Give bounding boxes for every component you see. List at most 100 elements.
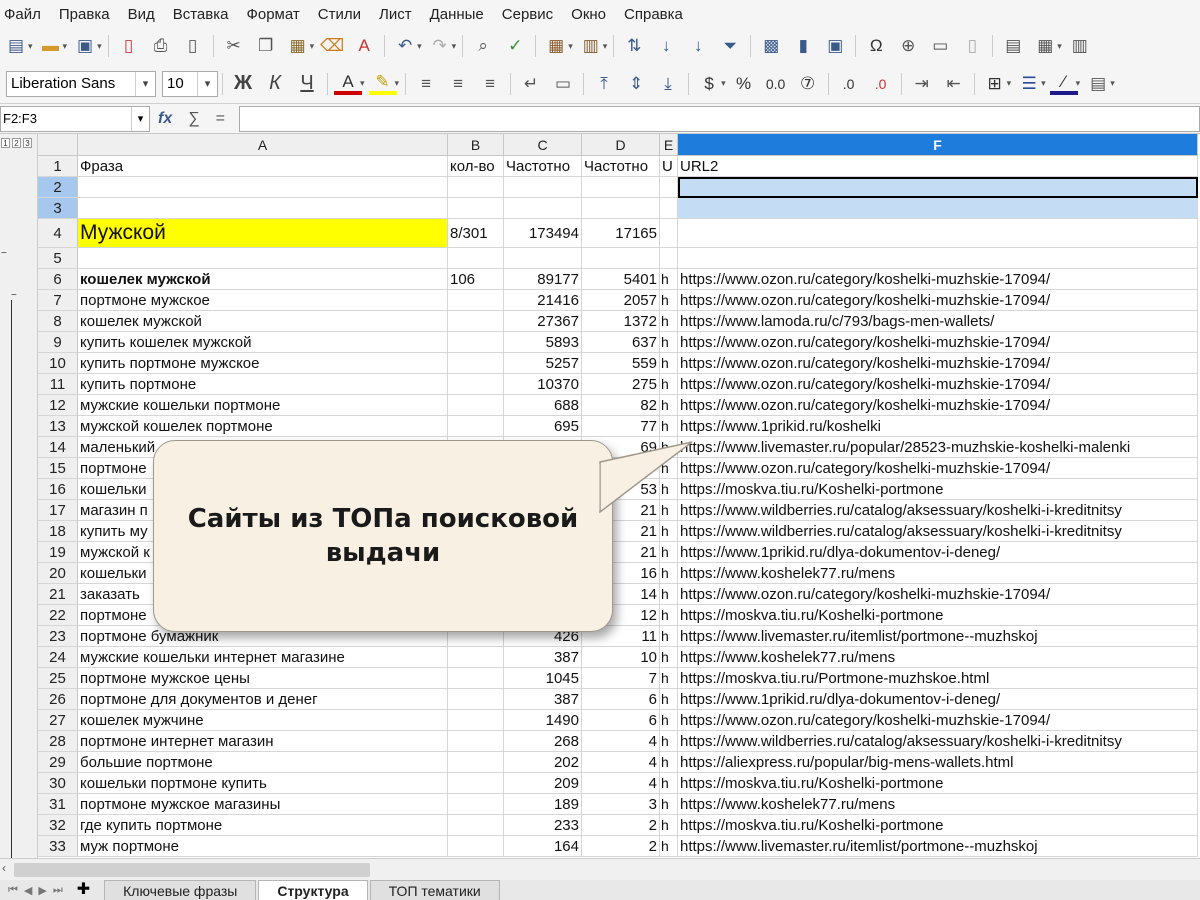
cell-c11[interactable]: 10370 [504, 374, 582, 395]
cell-f26[interactable]: https://www.1prikid.ru/dlya-dokumentov-i… [678, 689, 1198, 710]
cell-f7[interactable]: https://www.ozon.ru/category/koshelki-mu… [678, 290, 1198, 311]
cell-d1[interactable]: Частотно [582, 156, 660, 177]
align-top-icon[interactable]: ⤒ [590, 70, 618, 98]
cell-e23[interactable]: h [660, 626, 678, 647]
cell-c4[interactable]: 173494 [504, 219, 582, 248]
collapse-group-icon[interactable]: − [1, 248, 7, 259]
hyperlink-icon[interactable]: ⊕ [894, 32, 922, 60]
sort-ascending-icon[interactable]: ↓ [652, 32, 680, 60]
cell-e3[interactable] [660, 198, 678, 219]
cell-e21[interactable]: h [660, 584, 678, 605]
cell-d11[interactable]: 275 [582, 374, 660, 395]
cut-icon[interactable]: ✂ [220, 32, 248, 60]
menu-item[interactable]: Вид [128, 6, 155, 23]
cell-b9[interactable] [448, 332, 504, 353]
cell-f22[interactable]: https://moskva.tiu.ru/Koshelki-portmone [678, 605, 1198, 626]
row-header[interactable]: 21 [38, 584, 78, 605]
copy-icon[interactable]: ❐ [252, 32, 280, 60]
cell-a12[interactable]: мужские кошельки портмоне [78, 395, 448, 416]
new-document-icon[interactable]: ▤ [2, 32, 30, 60]
cell-e8[interactable]: h [660, 311, 678, 332]
cell-a32[interactable]: где купить портмоне [78, 815, 448, 836]
cell-e13[interactable]: h [660, 416, 678, 437]
cell-a9[interactable]: купить кошелек мужской [78, 332, 448, 353]
row-header[interactable]: 30 [38, 773, 78, 794]
cell-a31[interactable]: портмоне мужское магазины [78, 794, 448, 815]
cell-d10[interactable]: 559 [582, 353, 660, 374]
cell-f1[interactable]: URL2 [678, 156, 1198, 177]
cell-d3[interactable] [582, 198, 660, 219]
print-icon[interactable]: ⎙ [147, 32, 175, 60]
cell-a27[interactable]: кошелек мужчине [78, 710, 448, 731]
cell-e20[interactable]: h [660, 563, 678, 584]
cell-b8[interactable] [448, 311, 504, 332]
row-icon[interactable]: ▦ [542, 32, 570, 60]
cell-a24[interactable]: мужские кошельки интернет магазине [78, 647, 448, 668]
row-header[interactable]: 14 [38, 437, 78, 458]
cell-f32[interactable]: https://moskva.tiu.ru/Koshelki-portmone [678, 815, 1198, 836]
cell-e30[interactable]: h [660, 773, 678, 794]
font-size-select[interactable]: 10 ▾ [162, 70, 218, 97]
chevron-down-icon[interactable]: ▾ [131, 106, 149, 131]
define-print-area-icon[interactable]: ▤ [999, 32, 1027, 60]
cell-b24[interactable] [448, 647, 504, 668]
number-format-button[interactable]: 0.0 [762, 70, 790, 98]
cell-e25[interactable]: h [660, 668, 678, 689]
cell-b29[interactable] [448, 752, 504, 773]
cell-e27[interactable]: h [660, 710, 678, 731]
cell-c27[interactable]: 1490 [504, 710, 582, 731]
row-header[interactable]: 29 [38, 752, 78, 773]
cell-e5[interactable] [660, 248, 678, 269]
cell-f14[interactable]: https://www.livemaster.ru/popular/28523-… [678, 437, 1198, 458]
menu-item[interactable]: Правка [59, 6, 110, 23]
tab-top-topics[interactable]: ТОП тематики [369, 880, 500, 900]
cell-d32[interactable]: 2 [582, 815, 660, 836]
row-header[interactable]: 26 [38, 689, 78, 710]
cell-a4[interactable]: Мужской [78, 219, 448, 248]
row-header[interactable]: 2 [38, 177, 78, 198]
cell-f17[interactable]: https://www.wildberries.ru/catalog/akses… [678, 500, 1198, 521]
function-wizard-button[interactable]: fx [158, 110, 172, 128]
cell-a2[interactable] [78, 177, 448, 198]
row-header[interactable]: 12 [38, 395, 78, 416]
column-header-f[interactable]: F [678, 134, 1198, 156]
borders-icon[interactable]: ⊞ [981, 70, 1009, 98]
cell-a11[interactable]: купить портмоне [78, 374, 448, 395]
menu-item[interactable]: Вставка [173, 6, 229, 23]
scroll-left-icon[interactable]: ‹ [2, 861, 6, 875]
cell-c12[interactable]: 688 [504, 395, 582, 416]
cell-c31[interactable]: 189 [504, 794, 582, 815]
cell-c1[interactable]: Частотно [504, 156, 582, 177]
cell-d29[interactable]: 4 [582, 752, 660, 773]
chevron-down-icon[interactable]: ▾ [197, 71, 217, 96]
cell-b12[interactable] [448, 395, 504, 416]
cell-e1[interactable]: U [660, 156, 678, 177]
cell-b1[interactable]: кол-во [448, 156, 504, 177]
cell-f5[interactable] [678, 248, 1198, 269]
menu-item[interactable]: Формат [246, 6, 299, 23]
menu-item[interactable]: Файл [4, 6, 41, 23]
cell-d2[interactable] [582, 177, 660, 198]
font-name-select[interactable]: Liberation Sans ▾ [6, 70, 156, 97]
freeze-rows-icon[interactable]: ▦ [1031, 32, 1059, 60]
row-header[interactable]: 24 [38, 647, 78, 668]
cell-f12[interactable]: https://www.ozon.ru/category/koshelki-mu… [678, 395, 1198, 416]
column-header-b[interactable]: B [448, 134, 504, 156]
cell-a7[interactable]: портмоне мужское [78, 290, 448, 311]
cell-e33[interactable]: h [660, 836, 678, 857]
font-color-icon[interactable]: A [334, 72, 362, 95]
cell-f15[interactable]: https://www.ozon.ru/category/koshelki-mu… [678, 458, 1198, 479]
cell-a30[interactable]: кошельки портмоне купить [78, 773, 448, 794]
insert-chart-icon[interactable]: ▮ [789, 32, 817, 60]
header-footer-icon[interactable]: ▯ [958, 32, 986, 60]
border-style-icon[interactable]: ☰ [1015, 70, 1043, 98]
cell-f2[interactable] [678, 177, 1198, 198]
cell-e2[interactable] [660, 177, 678, 198]
cell-b2[interactable] [448, 177, 504, 198]
cell-f29[interactable]: https://aliexpress.ru/popular/big-mens-w… [678, 752, 1198, 773]
cell-e29[interactable]: h [660, 752, 678, 773]
cell-f25[interactable]: https://moskva.tiu.ru/Portmone-muzhskoe.… [678, 668, 1198, 689]
align-bottom-icon[interactable]: ⤓ [654, 70, 682, 98]
cell-c6[interactable]: 89177 [504, 269, 582, 290]
sort-descending-icon[interactable]: ↓ [684, 32, 712, 60]
